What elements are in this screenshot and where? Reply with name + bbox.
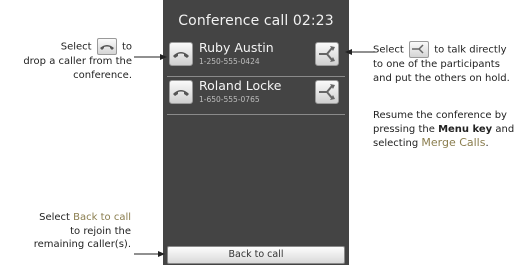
private-call-annotation: Select to talk directly to one of the pa… xyxy=(373,41,528,85)
annotation-text: Select xyxy=(60,41,92,53)
annotation-line: selecting Merge Calls. xyxy=(373,136,528,151)
annotation-line: conference. xyxy=(73,69,132,81)
hang-up-icon xyxy=(96,38,117,55)
annotation-text: . xyxy=(485,138,489,149)
annotation-line: Select to talk directly xyxy=(373,41,528,58)
annotation-line: Select Back to call xyxy=(10,211,131,225)
row-divider xyxy=(167,114,345,115)
participant-name: Ruby Austin xyxy=(199,40,274,55)
conference-call-screen: Conference call 02:23 Ruby Austin 1-250-… xyxy=(163,0,349,265)
annotation-line: Resume the conference by xyxy=(373,110,507,121)
annotation-line: pressing the Menu key and xyxy=(373,123,528,137)
annotation-line: to rejoin the xyxy=(70,225,131,237)
annotation-line: drop a caller from the xyxy=(23,56,132,67)
annotation-text: pressing the xyxy=(373,123,435,135)
annotation-line: remaining caller(s). xyxy=(33,239,131,250)
back-to-call-button[interactable]: Back to call xyxy=(167,246,345,264)
drop-caller-annotation: Select to drop a caller from the confere… xyxy=(20,38,132,82)
menu-key-label: Menu key xyxy=(438,123,493,135)
annotation-line: Select to xyxy=(20,38,132,55)
hang-up-icon xyxy=(173,90,189,96)
participant-row: Roland Locke 1-650-555-0765 xyxy=(167,77,345,115)
merge-calls-label: Merge Calls xyxy=(421,136,486,149)
private-call-button[interactable] xyxy=(315,42,339,66)
split-call-icon xyxy=(319,46,335,62)
back-to-call-annotation: Select Back to call to rejoin the remain… xyxy=(10,211,131,252)
hang-up-icon xyxy=(173,52,189,58)
private-call-button[interactable] xyxy=(315,80,339,104)
pointer-arrow xyxy=(134,54,167,60)
resume-conference-annotation: Resume the conference by pressing the Me… xyxy=(373,109,528,151)
participant-number: 1-250-555-0424 xyxy=(199,57,260,66)
annotation-line: to one of the participants xyxy=(373,59,500,70)
split-call-icon xyxy=(409,41,430,58)
call-title: Conference call 02:23 xyxy=(178,13,334,29)
participant-name: Roland Locke xyxy=(199,78,282,93)
annotation-text: Select xyxy=(39,212,70,223)
annotation-text: to xyxy=(121,41,132,53)
hang-up-button[interactable] xyxy=(169,80,193,104)
participant-row: Ruby Austin 1-250-555-0424 xyxy=(167,39,345,77)
hang-up-button[interactable] xyxy=(169,42,193,66)
annotation-text: to talk directly xyxy=(434,44,507,56)
split-call-icon xyxy=(319,84,335,100)
annotation-text: Select xyxy=(373,44,404,56)
participant-number: 1-650-555-0765 xyxy=(199,95,260,104)
annotation-text: selecting xyxy=(373,138,419,149)
annotation-line: and put the others on hold. xyxy=(373,72,510,84)
pointer-arrow xyxy=(134,251,165,257)
annotation-text: and xyxy=(495,123,515,135)
back-to-call-label: Back to call xyxy=(73,212,131,223)
